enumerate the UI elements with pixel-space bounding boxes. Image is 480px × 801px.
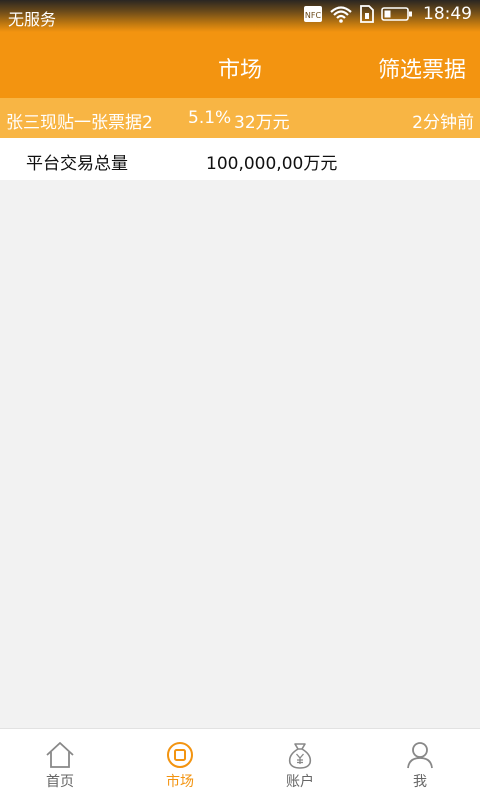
bottom-tab-bar: 首页 市场 账户 我 [0, 728, 480, 801]
filter-bills-button[interactable]: 筛选票据 [378, 52, 466, 84]
sim-icon [360, 5, 374, 23]
ticker-time: 2分钟前 [412, 113, 474, 133]
battery-icon [381, 7, 412, 21]
tab-account[interactable]: 账户 [240, 729, 360, 801]
tab-home-label: 首页 [46, 774, 74, 790]
tab-market[interactable]: 市场 [120, 729, 240, 801]
volume-value: 100,000,00万元 [206, 154, 338, 174]
nfc-icon: NFC [304, 6, 322, 22]
app-header: 市场 筛选票据 [0, 32, 480, 98]
ticker-rate: 5.1% [188, 108, 232, 128]
tab-me-label: 我 [413, 774, 427, 790]
tab-account-label: 账户 [286, 774, 314, 790]
trade-ticker[interactable]: 张三现贴一张票据2 5.1% 32万元 2分钟前 [0, 98, 480, 138]
status-icons: NFC 18:49 [303, 4, 472, 24]
status-bar: 无服务 NFC 18:49 [0, 0, 480, 32]
person-icon [407, 742, 433, 769]
nfc-label: NFC [305, 11, 322, 20]
tab-me[interactable]: 我 [360, 729, 480, 801]
tab-home[interactable]: 首页 [0, 729, 120, 801]
volume-label: 平台交易总量 [26, 154, 128, 174]
platform-volume-row: 平台交易总量 100,000,00万元 [0, 138, 480, 180]
market-icon [167, 742, 193, 768]
money-bag-icon [288, 743, 312, 769]
home-icon [46, 742, 74, 768]
wifi-icon [330, 6, 352, 23]
clock-text: 18:49 [423, 4, 472, 24]
ticker-amount: 32万元 [234, 113, 290, 133]
tab-market-label: 市场 [166, 774, 194, 790]
ticker-user-text: 张三现贴一张票据2 [6, 113, 153, 133]
carrier-text: 无服务 [8, 10, 57, 29]
